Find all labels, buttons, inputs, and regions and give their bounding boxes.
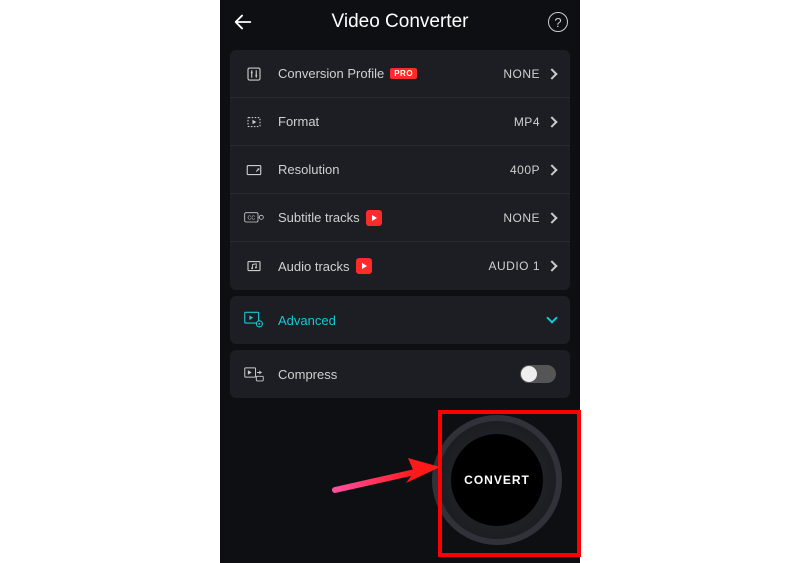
chevron-down-icon	[546, 312, 557, 323]
sliders-icon	[244, 64, 264, 84]
row-label: Compress	[278, 367, 337, 382]
chevron-right-icon	[546, 68, 557, 79]
page-title: Video Converter	[332, 11, 469, 33]
row-value: 400P	[510, 163, 540, 177]
advanced-icon	[244, 310, 264, 330]
chevron-right-icon	[546, 164, 557, 175]
play-badge-icon	[356, 258, 372, 274]
format-icon	[244, 112, 264, 132]
convert-button[interactable]: CONVERT	[451, 434, 543, 526]
chevron-right-icon	[546, 260, 557, 271]
row-label: Resolution	[278, 162, 339, 177]
row-label: Conversion Profile PRO	[278, 66, 417, 81]
svg-text:CC: CC	[247, 215, 255, 221]
convert-button-ring: CONVERT	[432, 415, 562, 545]
row-value: NONE	[503, 211, 540, 225]
row-compress: Compress	[230, 350, 570, 398]
compress-toggle[interactable]	[520, 365, 556, 383]
row-label: Advanced	[278, 313, 336, 328]
row-label: Subtitle tracks	[278, 210, 382, 226]
row-format[interactable]: Format MP4	[230, 98, 570, 146]
row-value: MP4	[514, 115, 540, 129]
header: Video Converter ?	[220, 0, 580, 44]
row-value: NONE	[503, 67, 540, 81]
row-advanced[interactable]: Advanced	[230, 296, 570, 344]
compress-icon	[244, 364, 264, 384]
pro-badge: PRO	[390, 68, 417, 79]
resolution-icon	[244, 160, 264, 180]
help-icon[interactable]: ?	[548, 12, 568, 32]
chevron-right-icon	[546, 116, 557, 127]
row-value: AUDIO 1	[488, 259, 540, 273]
advanced-card: Advanced	[230, 296, 570, 344]
cc-icon: CC	[244, 208, 264, 228]
audio-icon	[244, 256, 264, 276]
row-conversion-profile[interactable]: Conversion Profile PRO NONE	[230, 50, 570, 98]
settings-card: Conversion Profile PRO NONE Format MP4 R…	[230, 50, 570, 290]
chevron-right-icon	[546, 212, 557, 223]
row-audio-tracks[interactable]: Audio tracks AUDIO 1	[230, 242, 570, 290]
row-label: Format	[278, 114, 319, 129]
app-screen: Video Converter ? Conversion Profile PRO…	[220, 0, 580, 563]
compress-card: Compress	[230, 350, 570, 398]
back-icon[interactable]	[232, 11, 254, 33]
play-badge-icon	[366, 210, 382, 226]
row-subtitle-tracks[interactable]: CC Subtitle tracks NONE	[230, 194, 570, 242]
row-resolution[interactable]: Resolution 400P	[230, 146, 570, 194]
row-label: Audio tracks	[278, 258, 372, 274]
